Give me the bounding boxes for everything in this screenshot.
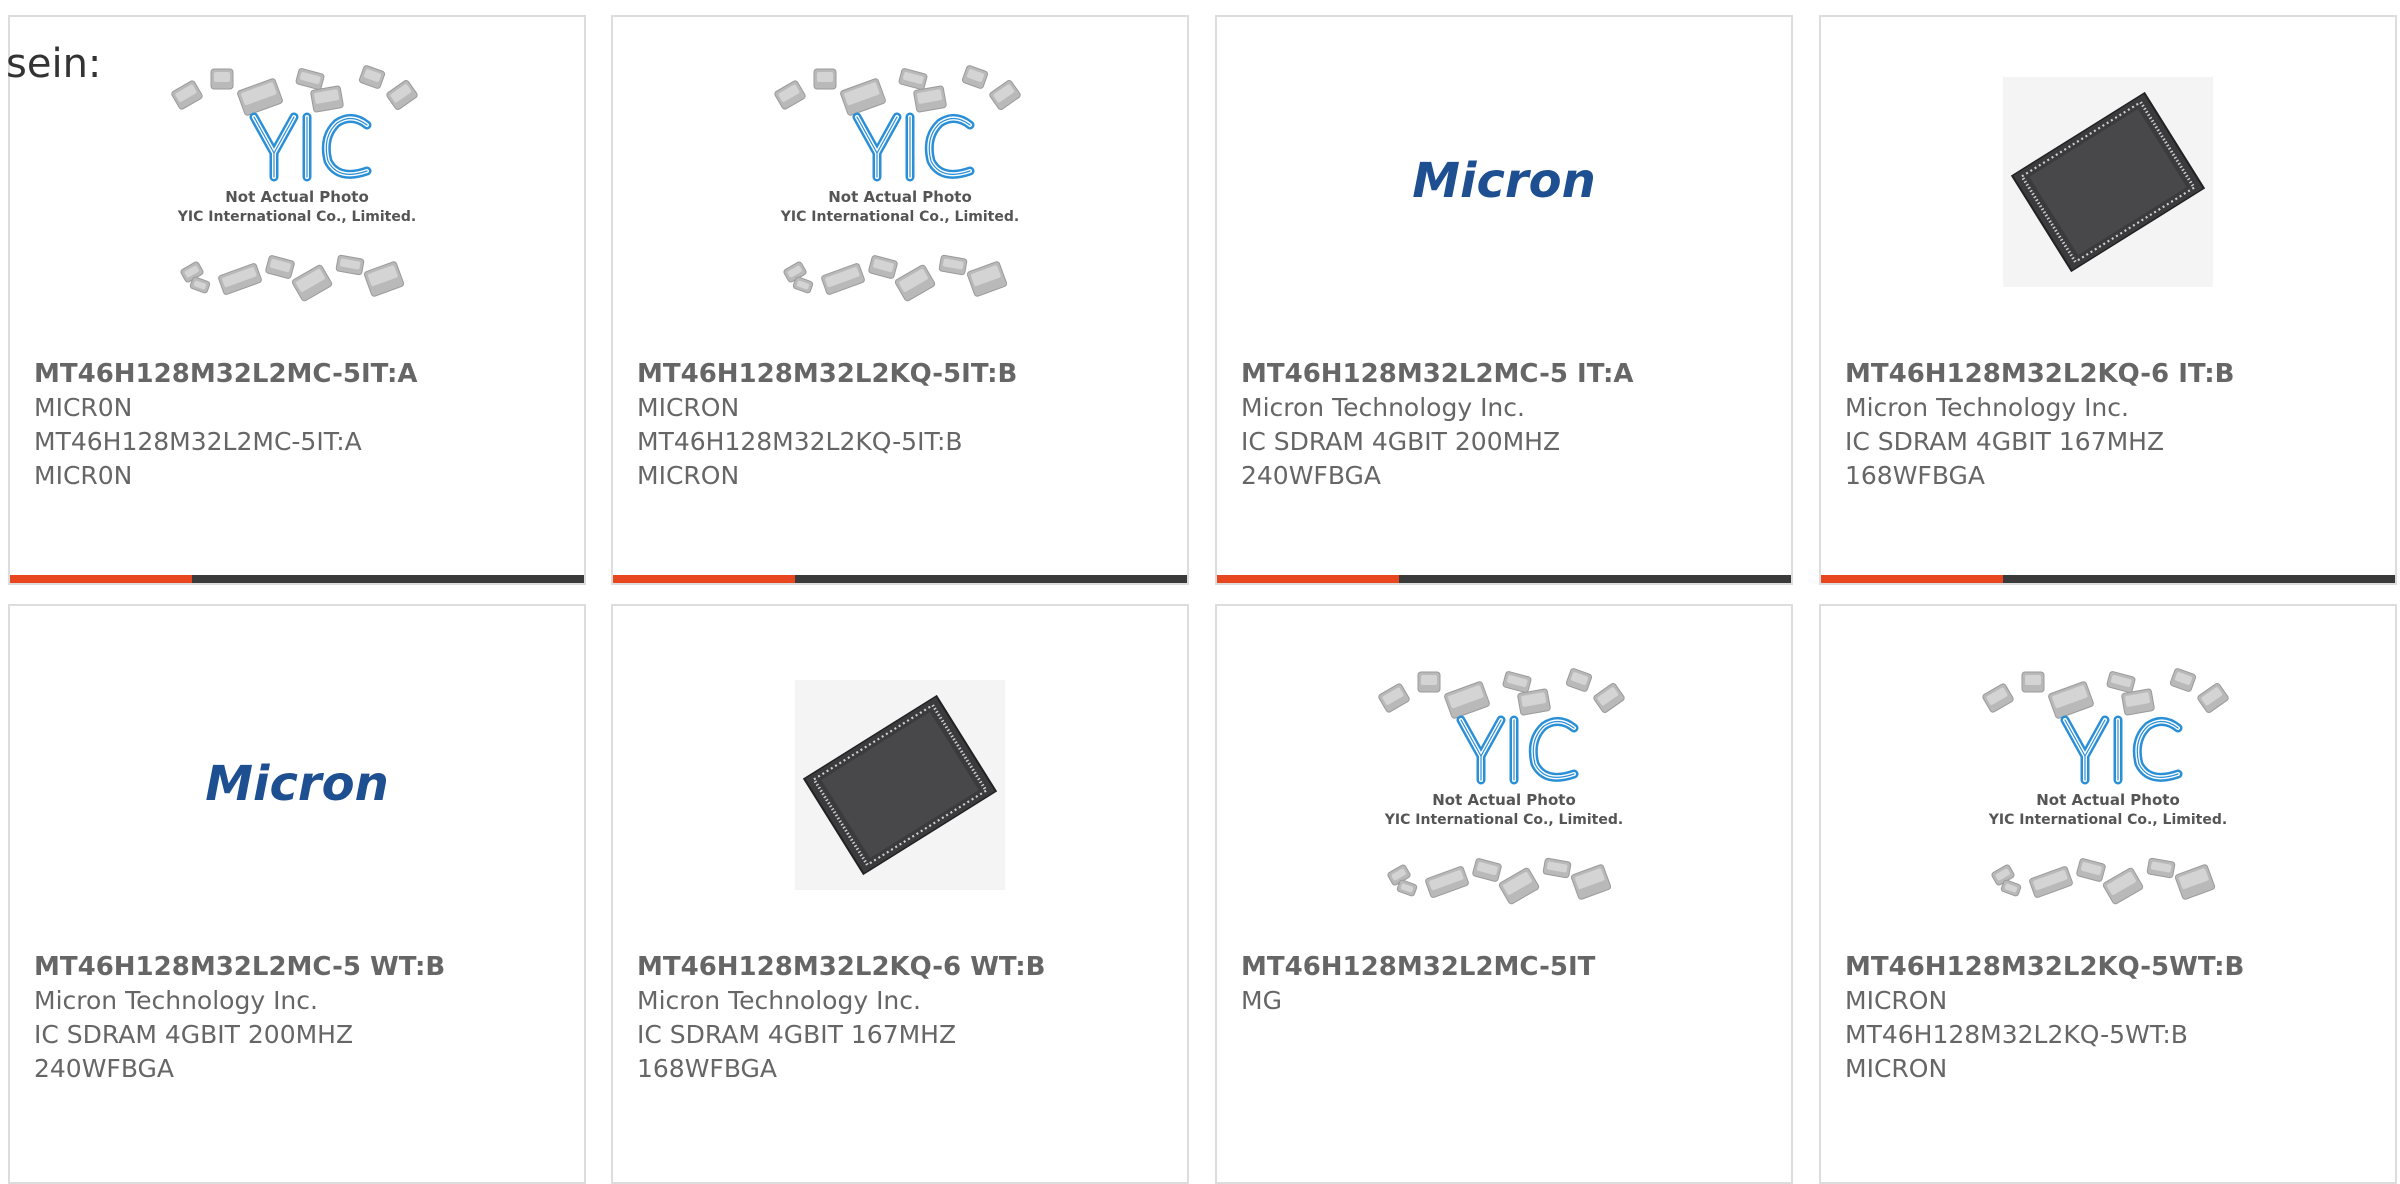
product-image-micron-logo[interactable]: Micron (1217, 17, 1791, 347)
product-description: MICRON (1845, 1054, 1948, 1083)
product-image-bga-chip[interactable] (1821, 17, 2395, 347)
yic-logo-icon (249, 112, 372, 182)
product-card[interactable]: MT46H128M32L2KQ-6 IT:B Micron Technology… (1819, 15, 2397, 585)
product-image-yic-placeholder[interactable]: Not Actual Photo YIC International Co., L… (1821, 620, 2395, 950)
product-description: 240WFBGA (1241, 461, 1382, 490)
yic-logo-icon (2060, 715, 2183, 785)
product-grid: Not Actual Photo YIC International Co., L… (0, 0, 2400, 1184)
product-description: IC SDRAM 4GBIT 167MHZ (1845, 427, 2165, 456)
product-description: 240WFBGA (34, 1054, 175, 1083)
product-manufacturer: Micron Technology Inc. (637, 986, 921, 1015)
product-part-number[interactable]: MT46H128M32L2KQ-5WT:B (1845, 950, 2377, 984)
product-card[interactable]: Not Actual Photo YIC International Co., L… (8, 15, 586, 585)
product-description: MICRON (637, 461, 740, 490)
intro-text: sein: (6, 41, 102, 87)
product-manufacturer: MICRON (1845, 986, 1948, 1015)
product-part-number[interactable]: MT46H128M32L2MC-5 WT:B (34, 950, 566, 984)
product-card[interactable]: Not Actual Photo YIC International Co., L… (1215, 604, 1793, 1184)
micron-logo-icon: Micron (1412, 153, 1596, 209)
product-description: IC SDRAM 4GBIT 167MHZ (637, 1020, 957, 1049)
product-card[interactable]: Not Actual Photo YIC International Co., L… (1819, 604, 2397, 1184)
yic-placeholder-graphic: Not Actual Photo YIC International Co., L… (171, 65, 418, 302)
placeholder-caption: YIC International Co., Limited. (1384, 812, 1623, 828)
card-accent-bar (1217, 575, 1399, 583)
yic-logo-icon (1456, 715, 1579, 785)
svg-text:Micron: Micron (1412, 153, 1596, 209)
placeholder-caption: Not Actual Photo (225, 188, 369, 206)
yic-placeholder-graphic: Not Actual Photo YIC International Co., L… (1378, 668, 1625, 905)
card-accent-bar (613, 575, 795, 583)
yic-logo-icon (852, 112, 975, 182)
product-card[interactable]: Micron MT46H128M32L2MC-5 IT:A Micron Tec… (1215, 15, 1793, 585)
card-accent-bar (10, 575, 192, 583)
product-manufacturer: MICR0N (34, 393, 133, 422)
product-manufacturer: MG (1241, 986, 1282, 1015)
placeholder-caption: YIC International Co., Limited. (1988, 812, 2227, 828)
product-image-bga-chip[interactable] (613, 620, 1187, 950)
product-description: IC SDRAM 4GBIT 200MHZ (1241, 427, 1561, 456)
product-manufacturer: MICRON (637, 393, 740, 422)
product-part-number[interactable]: MT46H128M32L2KQ-5IT:B (637, 357, 1169, 391)
bga-chip-icon (795, 680, 1005, 890)
card-bottom-bar (1217, 575, 1791, 583)
placeholder-caption: Not Actual Photo (1432, 791, 1576, 809)
product-description: MT46H128M32L2MC-5IT:A (34, 427, 362, 456)
product-card[interactable]: Micron MT46H128M32L2MC-5 WT:B Micron Tec… (8, 604, 586, 1184)
bga-chip-icon (2003, 77, 2213, 287)
micron-logo-icon: Micron (205, 756, 389, 812)
placeholder-caption: Not Actual Photo (2036, 791, 2180, 809)
product-manufacturer: Micron Technology Inc. (1845, 393, 2129, 422)
yic-placeholder-graphic: Not Actual Photo YIC International Co., L… (1982, 668, 2229, 905)
product-image-yic-placeholder[interactable]: Not Actual Photo YIC International Co., L… (613, 17, 1187, 347)
placeholder-caption: YIC International Co., Limited. (177, 209, 416, 225)
product-image-micron-logo[interactable]: Micron (10, 620, 584, 950)
product-description: MICR0N (34, 461, 133, 490)
product-image-yic-placeholder[interactable]: Not Actual Photo YIC International Co., L… (1217, 620, 1791, 950)
product-part-number[interactable]: MT46H128M32L2MC-5 IT:A (1241, 357, 1773, 391)
product-card[interactable]: Not Actual Photo YIC International Co., L… (611, 15, 1189, 585)
card-bottom-bar (613, 575, 1187, 583)
placeholder-caption: Not Actual Photo (828, 188, 972, 206)
placeholder-caption: YIC International Co., Limited. (780, 209, 1019, 225)
product-part-number[interactable]: MT46H128M32L2KQ-6 WT:B (637, 950, 1169, 984)
card-accent-bar (1821, 575, 2003, 583)
product-manufacturer: Micron Technology Inc. (1241, 393, 1525, 422)
product-description: 168WFBGA (637, 1054, 778, 1083)
svg-text:Micron: Micron (205, 756, 389, 812)
card-bottom-bar (10, 575, 584, 583)
product-description: 168WFBGA (1845, 461, 1986, 490)
yic-placeholder-graphic: Not Actual Photo YIC International Co., L… (774, 65, 1021, 302)
product-part-number[interactable]: MT46H128M32L2MC-5IT (1241, 950, 1773, 984)
product-part-number[interactable]: MT46H128M32L2MC-5IT:A (34, 357, 566, 391)
product-description: MT46H128M32L2KQ-5IT:B (637, 427, 963, 456)
product-card[interactable]: MT46H128M32L2KQ-6 WT:B Micron Technology… (611, 604, 1189, 1184)
product-manufacturer: Micron Technology Inc. (34, 986, 318, 1015)
card-bottom-bar (1821, 575, 2395, 583)
product-description: IC SDRAM 4GBIT 200MHZ (34, 1020, 354, 1049)
product-description: MT46H128M32L2KQ-5WT:B (1845, 1020, 2188, 1049)
product-part-number[interactable]: MT46H128M32L2KQ-6 IT:B (1845, 357, 2377, 391)
